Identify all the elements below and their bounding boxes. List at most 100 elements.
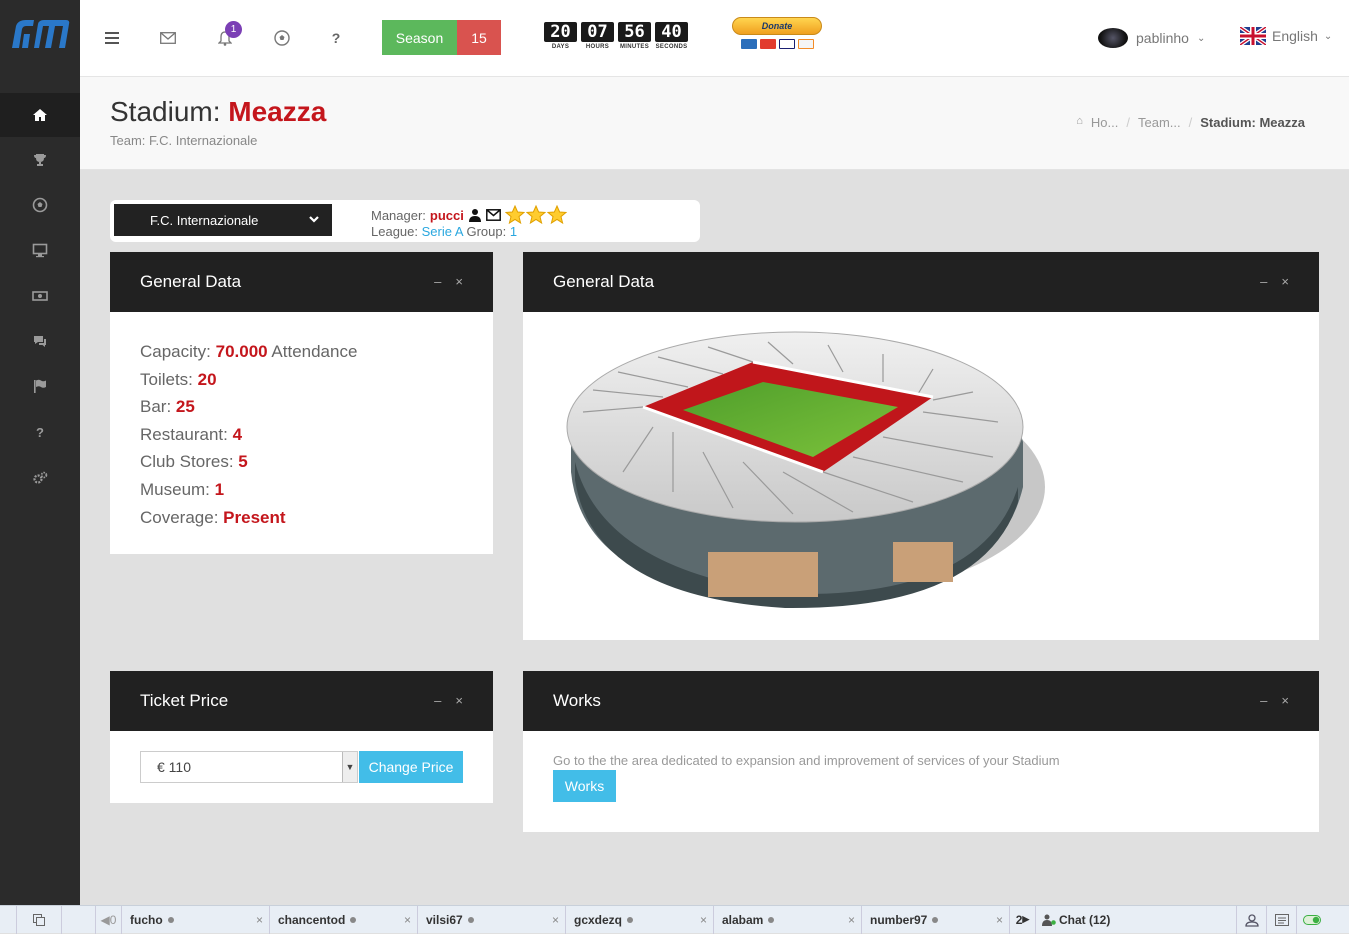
manager-stars	[504, 205, 567, 225]
stat-value: 1	[214, 479, 225, 499]
chat-tab[interactable]: chancentod ×	[270, 905, 418, 934]
league-link[interactable]: Serie A	[422, 224, 463, 239]
team-select[interactable]: F.C. Internazionale	[114, 204, 332, 236]
monitor-icon	[32, 243, 48, 258]
home-icon: ⌂	[1076, 115, 1083, 127]
payment-cards-icon	[732, 39, 822, 49]
chat-tab[interactable]: fucho ×	[122, 905, 270, 934]
svg-text:?: ?	[36, 425, 44, 440]
close-icon[interactable]: ×	[552, 913, 559, 927]
stat-label: Bar:	[140, 397, 172, 417]
language-selector[interactable]: English ⌄	[1240, 27, 1332, 45]
countdown-minutes-value: 56	[618, 22, 651, 42]
status-dot	[167, 916, 174, 923]
countdown-hours: 07 HOURS	[581, 22, 614, 50]
countdown-seconds-unit: SECONDS	[655, 44, 688, 50]
chat-bar: ◀ 0 fucho × chancentod × vilsi67 × gcxdezq × …	[0, 905, 1349, 934]
panel-controls: – ×	[1260, 274, 1289, 289]
site-logo[interactable]	[8, 14, 72, 54]
stadium-image	[566, 331, 1045, 609]
page-title: Stadium: Meazza	[110, 96, 326, 128]
sidebar-item-help[interactable]: ?	[0, 410, 80, 454]
sidebar-item-monitor[interactable]	[0, 228, 80, 272]
works-button[interactable]: Works	[553, 770, 616, 802]
football-icon[interactable]	[272, 28, 292, 48]
ticket-form: € 110 ▼ Change Price	[110, 731, 493, 803]
season-indicator[interactable]: Season 15	[382, 20, 501, 55]
windows-icon	[33, 913, 45, 926]
stat-toilets: Toilets: 20	[140, 366, 463, 394]
minimize-icon[interactable]: –	[434, 693, 441, 708]
manager-name[interactable]: pucci	[430, 208, 464, 223]
close-icon[interactable]: ×	[1281, 274, 1289, 289]
breadcrumb-team[interactable]: Team...	[1138, 115, 1181, 130]
close-icon[interactable]: ×	[256, 913, 263, 927]
close-icon[interactable]: ×	[455, 274, 463, 289]
stadium-image-panel: General Data – ×	[523, 252, 1319, 640]
panel-title: Ticket Price	[140, 691, 229, 710]
chat-tab[interactable]: vilsi67 ×	[418, 905, 566, 934]
stat-label: Restaurant:	[140, 424, 228, 444]
sidebar-item-home[interactable]	[0, 93, 80, 137]
close-icon[interactable]: ×	[1281, 693, 1289, 708]
chat-online-toggle[interactable]	[1297, 906, 1327, 934]
panel-header: General Data – ×	[110, 252, 493, 312]
countdown-hours-unit: HOURS	[585, 44, 610, 50]
stat-suffix: Attendance	[271, 342, 358, 361]
sidebar-item-finance[interactable]	[0, 274, 80, 318]
close-icon[interactable]: ×	[404, 913, 411, 927]
sidebar-item-settings[interactable]	[0, 456, 80, 500]
bell-icon[interactable]: 1	[215, 21, 242, 48]
sidebar-item-flag[interactable]	[0, 364, 80, 408]
chat-window-toggle[interactable]	[16, 905, 62, 934]
close-icon[interactable]: ×	[996, 913, 1003, 927]
username: pablinho	[1136, 30, 1189, 46]
breadcrumb-separator: /	[1188, 115, 1193, 130]
chevron-right-icon: ▶	[1022, 914, 1030, 924]
ticket-price-value: € 110	[157, 759, 191, 775]
panel-controls: – ×	[434, 693, 463, 708]
manager-label: Manager:	[371, 207, 426, 223]
chat-main-tab[interactable]: Chat (12)	[1036, 905, 1237, 934]
user-menu[interactable]: pablinho ⌄	[1098, 28, 1205, 48]
close-icon[interactable]: ×	[455, 693, 463, 708]
stat-value: 25	[175, 397, 195, 417]
chat-tab[interactable]: gcxdezq ×	[566, 905, 714, 934]
stadium-stats: Capacity: 70.000 Attendance Toilets: 20 …	[110, 312, 493, 557]
user-profile-icon[interactable]	[468, 208, 482, 222]
donate-button[interactable]: Donate	[732, 17, 822, 35]
panel-header: General Data – ×	[523, 252, 1319, 312]
panel-title: General Data	[553, 272, 655, 291]
breadcrumb-home[interactable]: Ho...	[1091, 115, 1118, 130]
minimize-icon[interactable]: –	[1260, 274, 1267, 289]
close-icon[interactable]: ×	[848, 913, 855, 927]
help-icon[interactable]: ?	[326, 28, 346, 48]
page-title-prefix: Stadium:	[110, 96, 221, 127]
stat-club-stores: Club Stores: 5	[140, 448, 463, 476]
menu-toggle-icon[interactable]	[102, 28, 122, 48]
envelope-icon[interactable]	[485, 209, 501, 221]
chat-tab[interactable]: alabam ×	[714, 905, 862, 934]
sidebar-item-chat[interactable]	[0, 319, 80, 363]
countdown-days-value: 20	[544, 22, 577, 42]
sidebar-item-trophies[interactable]	[0, 138, 80, 182]
envelope-icon[interactable]	[158, 28, 178, 48]
sidebar-item-matches[interactable]	[0, 183, 80, 227]
minimize-icon[interactable]: –	[1260, 693, 1267, 708]
chevron-down-icon: ⌄	[1196, 32, 1206, 44]
ticket-price-select[interactable]: € 110 ▼	[140, 751, 358, 783]
group-link[interactable]: 1	[510, 224, 517, 239]
stat-value: 5	[238, 452, 248, 472]
chat-tab[interactable]: number97 ×	[862, 905, 1010, 934]
stat-value: 4	[232, 424, 243, 444]
star-icon	[525, 205, 546, 225]
minimize-icon[interactable]: –	[434, 274, 441, 289]
close-icon[interactable]: ×	[700, 913, 707, 927]
change-price-button[interactable]: Change Price	[359, 751, 463, 783]
chat-scroll-right[interactable]: 2 ▶	[1010, 905, 1036, 934]
friends-button[interactable]	[1237, 905, 1267, 934]
countdown-minutes-unit: MINUTES	[619, 44, 650, 50]
chat-scroll-left[interactable]: ◀ 0	[96, 905, 122, 934]
chat-options-button[interactable]	[1267, 905, 1297, 934]
trophy-icon	[34, 154, 46, 166]
